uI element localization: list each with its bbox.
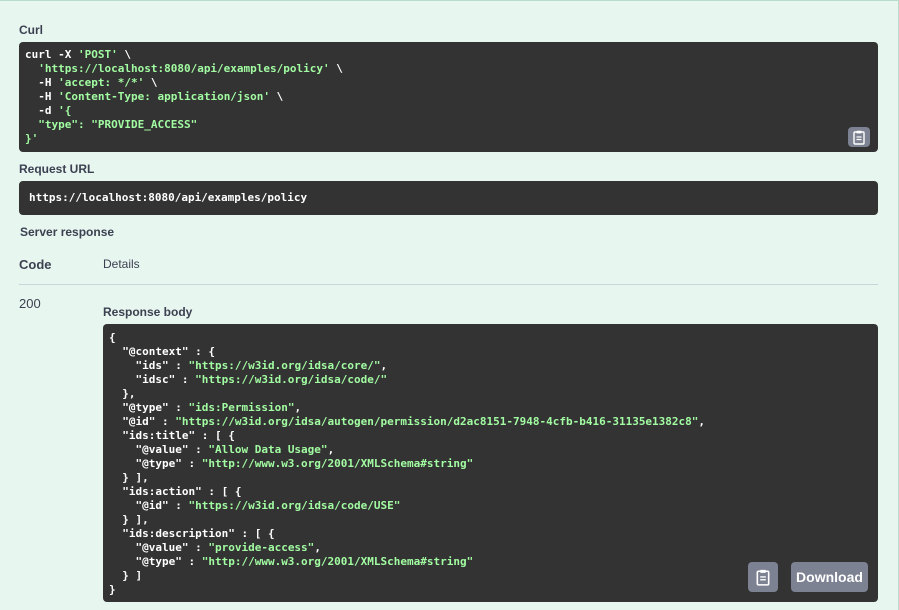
top-border [0, 0, 899, 1]
string-token: "Allow Data Usage" [208, 443, 328, 456]
copy-curl-button[interactable] [848, 127, 870, 147]
response-body-code-block[interactable]: { "@context" : { "ids" : "https://w3id.o… [103, 324, 878, 602]
string-token: "https://w3id.org/idsa/autogen/permissio… [175, 415, 699, 428]
string-token: 'https://localhost:8080/api/examples/pol… [38, 62, 330, 75]
response-line: { [109, 331, 872, 345]
response-line: "@type" : "ids:Permission", [109, 401, 872, 415]
code-token: "@context" : { [109, 345, 215, 358]
response-line: "ids:title" : [ { [109, 429, 872, 443]
code-token: } ], [109, 513, 149, 526]
curl-line: -H 'accept: */*' \ [25, 76, 872, 90]
clipboard-icon [853, 130, 865, 145]
code-token: , [380, 359, 388, 372]
code-token: \ [117, 48, 131, 61]
response-line: "@value" : "Allow Data Usage", [109, 443, 872, 457]
response-line: "@id" : "https://w3id.org/idsa/autogen/p… [109, 415, 872, 429]
code-token: "@type" : [109, 555, 202, 568]
server-response-label: Server response [20, 225, 115, 239]
string-token: 'accept: */*' [58, 76, 145, 89]
code-token: "ids" : [109, 359, 189, 372]
code-token: \ [270, 90, 284, 103]
response-body-label: Response body [103, 305, 193, 319]
code-token: "@value" : [109, 541, 209, 554]
code-token: } ] [109, 569, 143, 582]
string-token: "https://w3id.org/idsa/code/" [195, 373, 388, 386]
request-url-label: Request URL [19, 162, 95, 176]
code-token: \ [144, 76, 158, 89]
response-line: "ids" : "https://w3id.org/idsa/core/", [109, 359, 872, 373]
download-button[interactable]: Download [791, 562, 868, 592]
curl-line: "type": "PROVIDE_ACCESS" [25, 118, 872, 132]
code-token: curl -X [25, 48, 78, 61]
code-token: , [294, 401, 302, 414]
string-token: "ids:Permission" [188, 401, 295, 414]
code-token: -H [25, 76, 59, 89]
curl-line: curl -X 'POST' \ [25, 48, 872, 62]
code-token: , [698, 415, 706, 428]
code-token: -H [25, 90, 59, 103]
response-line: "@type" : "http://www.w3.org/2001/XMLSch… [109, 457, 872, 471]
string-token: 'Content-Type: application/json' [58, 90, 271, 103]
response-line: "@id" : "https://w3id.org/idsa/code/USE" [109, 499, 872, 513]
string-token: '{ [58, 104, 72, 117]
curl-line: -d '{ [25, 104, 872, 118]
code-token: -d [25, 104, 59, 117]
string-token: "http://www.w3.org/2001/XMLSchema#string… [201, 457, 474, 470]
code-token: , [314, 541, 321, 554]
code-token: "@type" : [109, 401, 189, 414]
string-token: "https://w3id.org/idsa/code/USE" [188, 499, 401, 512]
response-line: }, [109, 387, 872, 401]
code-token: { [109, 331, 116, 344]
response-line: "idsc" : "https://w3id.org/idsa/code/" [109, 373, 872, 387]
clipboard-icon [756, 569, 770, 586]
string-token: "provide-access" [208, 541, 315, 554]
string-token: "https://w3id.org/idsa/core/" [188, 359, 381, 372]
table-divider [19, 284, 878, 285]
curl-line: -H 'Content-Type: application/json' \ [25, 90, 872, 104]
response-line: } ], [109, 513, 872, 527]
copy-response-button[interactable] [748, 562, 778, 592]
code-token: "@type" : [109, 457, 202, 470]
code-token: "@id" : [109, 415, 176, 428]
response-line: "ids:action" : [ { [109, 485, 872, 499]
curl-code-block[interactable]: curl -X 'POST' \ 'https://localhost:8080… [19, 42, 878, 152]
string-token: 'POST' [77, 48, 118, 61]
code-token: "idsc" : [109, 373, 196, 386]
code-token: "ids:title" : [ { [109, 429, 235, 442]
string-token: "type": "PROVIDE_ACCESS" [25, 118, 198, 131]
curl-line: }' [25, 132, 872, 146]
curl-label: Curl [19, 23, 43, 37]
response-status-code: 200 [19, 296, 41, 311]
code-token: } ], [109, 471, 149, 484]
response-line: } ], [109, 471, 872, 485]
code-token: } [109, 583, 116, 596]
code-column-header: Code [19, 257, 52, 272]
code-token: "@value" : [109, 443, 209, 456]
string-token: }' [25, 132, 39, 145]
response-line: "@context" : { [109, 345, 872, 359]
code-token: "ids:action" : [ { [109, 485, 242, 498]
curl-line: 'https://localhost:8080/api/examples/pol… [25, 62, 872, 76]
response-line: "ids:description" : [ { [109, 527, 872, 541]
code-token: "@id" : [109, 499, 189, 512]
response-line: "@value" : "provide-access", [109, 541, 872, 555]
code-token: }, [109, 387, 136, 400]
string-token: "http://www.w3.org/2001/XMLSchema#string… [201, 555, 474, 568]
code-token: "ids:description" : [ { [109, 527, 275, 540]
details-column-header: Details [103, 257, 140, 271]
request-url-value[interactable]: https://localhost:8080/api/examples/poli… [19, 181, 878, 215]
code-token: \ [329, 62, 343, 75]
code-token: , [327, 443, 335, 456]
